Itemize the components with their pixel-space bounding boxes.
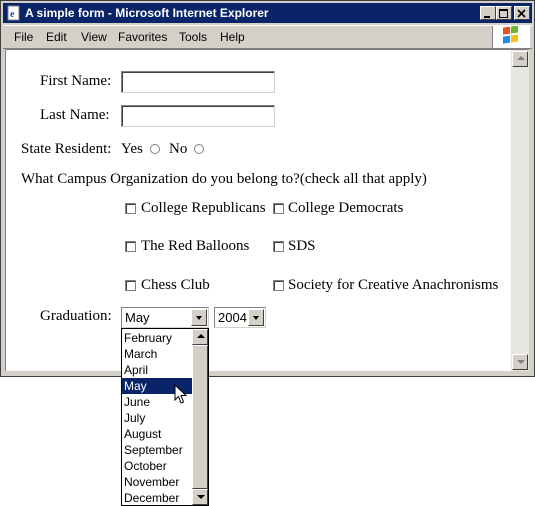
close-button[interactable] <box>514 6 530 20</box>
chevron-down-icon <box>196 316 202 320</box>
first-name-input[interactable] <box>121 71 275 93</box>
minimize-button[interactable] <box>480 6 496 20</box>
title-bar[interactable]: e A simple form - Microsoft Internet Exp… <box>3 3 532 23</box>
month-option-november[interactable]: November <box>122 474 194 490</box>
menu-tools[interactable]: Tools <box>179 30 207 44</box>
checkbox-creative-anachronisms[interactable] <box>273 280 284 291</box>
svg-text:e: e <box>10 9 15 20</box>
maximize-button[interactable] <box>496 6 512 20</box>
dropdown-scrollbar[interactable] <box>192 329 208 505</box>
yes-label: Yes <box>121 141 143 157</box>
year-select-value: 2004 <box>218 310 247 325</box>
org-label-sds: SDS <box>288 238 316 254</box>
year-select[interactable]: 2004 <box>214 307 266 328</box>
windows-logo-icon <box>492 25 530 48</box>
close-icon <box>517 9 526 18</box>
scroll-down-button[interactable] <box>512 354 528 370</box>
org-label-red-balloons: The Red Balloons <box>141 238 250 254</box>
menu-bar: File Edit View Favorites Tools Help <box>3 25 532 49</box>
campus-question: What Campus Organization do you belong t… <box>21 171 427 187</box>
last-name-input[interactable] <box>121 105 275 127</box>
last-name-label: Last Name: <box>40 107 110 123</box>
month-option-august[interactable]: August <box>122 426 194 442</box>
state-resident-label: State Resident: <box>21 141 112 157</box>
mouse-cursor-icon <box>174 384 188 404</box>
arrow-up-icon <box>197 334 205 338</box>
dropdown-scroll-thumb[interactable] <box>192 345 208 489</box>
month-option-april[interactable]: April <box>122 362 194 378</box>
menu-favorites[interactable]: Favorites <box>118 30 167 44</box>
org-label-college-democrats: College Democrats <box>288 200 404 216</box>
checkbox-college-democrats[interactable] <box>273 203 284 214</box>
menu-edit[interactable]: Edit <box>46 30 67 44</box>
checkbox-chess-club[interactable] <box>125 280 136 291</box>
arrow-down-icon <box>197 495 205 499</box>
graduation-label: Graduation: <box>40 308 112 324</box>
dropdown-scroll-up-button[interactable] <box>192 329 208 345</box>
arrow-down-icon <box>517 360 525 364</box>
org-label-chess-club: Chess Club <box>141 277 210 293</box>
no-label: No <box>169 141 188 157</box>
checkbox-college-republicans[interactable] <box>125 203 136 214</box>
org-label-creative-anachronisms: Society for Creative Anachronisms <box>288 277 499 293</box>
month-option-september[interactable]: September <box>122 442 194 458</box>
month-select-value: May <box>125 310 150 325</box>
month-select-dropdown-button[interactable] <box>191 309 207 326</box>
month-option-february[interactable]: February <box>122 330 194 346</box>
org-label-college-republicans: College Republicans <box>141 200 266 216</box>
month-option-october[interactable]: October <box>122 458 194 474</box>
scroll-up-button[interactable] <box>512 51 528 67</box>
no-radio[interactable] <box>194 144 204 154</box>
menu-file[interactable]: File <box>14 30 33 44</box>
ie-page-icon: e <box>7 5 20 21</box>
menu-view[interactable]: View <box>81 30 107 44</box>
first-name-label: First Name: <box>40 73 112 89</box>
checkbox-red-balloons[interactable] <box>125 241 136 252</box>
dropdown-scroll-down-button[interactable] <box>192 489 208 505</box>
menu-help[interactable]: Help <box>220 30 245 44</box>
month-dropdown-list: February March April May June July Augus… <box>121 328 209 506</box>
year-select-dropdown-button[interactable] <box>248 309 264 326</box>
vertical-scrollbar[interactable] <box>511 49 529 371</box>
minimize-icon <box>484 16 490 18</box>
month-option-july[interactable]: July <box>122 410 194 426</box>
window-title: A simple form - Microsoft Internet Explo… <box>25 6 269 20</box>
arrow-up-icon <box>517 56 525 60</box>
maximize-icon <box>499 9 508 18</box>
month-option-march[interactable]: March <box>122 346 194 362</box>
chevron-down-icon <box>253 316 259 320</box>
month-option-december[interactable]: December <box>122 490 194 506</box>
checkbox-sds[interactable] <box>273 241 284 252</box>
yes-radio[interactable] <box>150 144 160 154</box>
month-select[interactable]: May <box>121 307 209 328</box>
